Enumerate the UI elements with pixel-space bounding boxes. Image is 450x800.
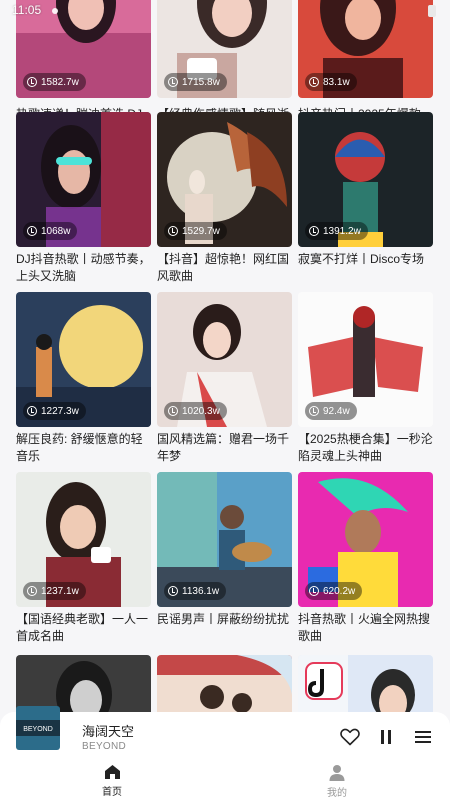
profile-icon xyxy=(329,765,345,781)
playlist-cover: 1068w xyxy=(16,112,151,247)
playlist-button[interactable] xyxy=(412,726,434,748)
play-count-badge: 1136.1w xyxy=(164,582,227,600)
clock-icon xyxy=(27,406,37,416)
playlist-cover: 1020.3w xyxy=(157,292,292,427)
home-icon xyxy=(104,765,120,779)
clock-icon xyxy=(309,226,319,236)
clock-icon xyxy=(309,406,319,416)
album-art[interactable]: BEYOND xyxy=(16,706,60,750)
play-count-badge: 1529.7w xyxy=(164,222,227,240)
clock-icon xyxy=(27,586,37,596)
playlist-cover: 1391.2w xyxy=(298,112,433,247)
now-playing-song: 海阔天空 xyxy=(82,724,135,739)
play-count-badge: 1715.8w xyxy=(164,73,227,91)
playlist-title: 抖音热歌丨火遍全网热搜歌曲 xyxy=(298,612,431,643)
playlist-cover: 620.2w xyxy=(298,472,433,607)
play-count-badge: 1227.3w xyxy=(23,402,86,420)
battery-icon xyxy=(428,5,436,17)
playlist-title: DJ抖音热歌丨动感节奏，上头又洗脑 xyxy=(16,252,151,283)
clock-icon xyxy=(309,586,319,596)
playlist-cover: 1529.7w xyxy=(157,112,292,247)
playlist-title: 民谣男声丨屏蔽纷纷扰扰 xyxy=(157,612,290,626)
tab-profile-label: 我的 xyxy=(327,788,347,799)
playlist-cover: 1136.1w xyxy=(157,472,292,607)
tab-profile[interactable]: 我的 xyxy=(307,764,367,799)
playlist-cover: 1237.1w xyxy=(16,472,151,607)
pause-button[interactable] xyxy=(375,726,397,748)
album-logo-text: BEYOND xyxy=(23,726,53,733)
pause-icon xyxy=(381,730,391,744)
clock-icon xyxy=(168,77,178,87)
notification-dot-icon xyxy=(52,8,58,14)
playlist-title: 【国语经典老歌】一人一首成名曲 xyxy=(16,612,149,643)
playlist-title: 寂寞不打烊丨Disco专场 xyxy=(298,252,425,266)
playlist-title: 【2025热梗合集】一秒沦陷灵魂上头神曲 xyxy=(298,432,433,463)
clock-icon xyxy=(168,226,178,236)
clock-icon xyxy=(27,226,37,236)
status-time: 11:05 xyxy=(12,3,42,17)
play-count-badge: 1582.7w xyxy=(23,73,86,91)
play-count-badge: 1068w xyxy=(23,222,78,240)
tab-home-label: 首页 xyxy=(102,787,122,798)
tab-home[interactable]: 首页 xyxy=(82,764,142,798)
bottom-tab-bar: 首页 我的 xyxy=(0,760,450,800)
playlist-title: 解压良药: 舒缓惬意的轻音乐 xyxy=(16,432,143,463)
playlist-title: 国风精选篇：赠君一场千年梦 xyxy=(157,432,290,463)
play-count-badge: 1237.1w xyxy=(23,582,86,600)
favorite-button[interactable] xyxy=(339,726,361,748)
clock-icon xyxy=(168,586,178,596)
heart-icon xyxy=(340,728,360,746)
play-count-badge: 92.4w xyxy=(305,402,357,420)
play-count-badge: 620.2w xyxy=(305,582,363,600)
playlist-cover: 1227.3w xyxy=(16,292,151,427)
play-count-badge: 1020.3w xyxy=(164,402,227,420)
playlist-title: 【抖音】超惊艳！网红国风歌曲 xyxy=(157,252,290,283)
clock-icon xyxy=(309,77,319,87)
playlist-cover: 92.4w xyxy=(298,292,433,427)
clock-icon xyxy=(27,77,37,87)
play-count-badge: 83.1w xyxy=(305,73,357,91)
play-count-badge: 1391.2w xyxy=(305,222,368,240)
status-bar: 11:05 xyxy=(0,0,450,22)
clock-icon xyxy=(168,406,178,416)
now-playing-artist: BEYOND xyxy=(82,741,127,752)
mini-player[interactable]: BEYOND 海阔天空 BEYOND xyxy=(0,706,450,760)
playlist-icon xyxy=(415,731,431,743)
